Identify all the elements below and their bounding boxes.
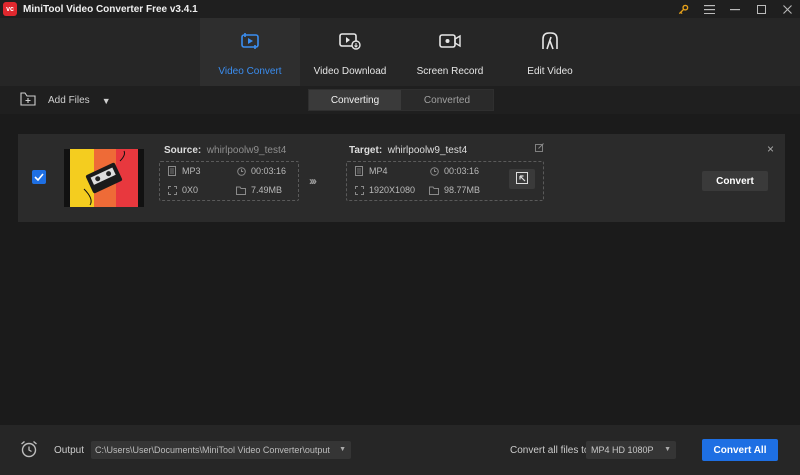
main-nav: Video Convert Video Download Screen Reco… [0,18,800,86]
key-icon[interactable] [670,0,696,18]
close-icon[interactable] [774,0,800,18]
toolbar: Add Files ▼ Converting Converted [0,86,800,114]
video-convert-icon [240,30,260,52]
tab-video-convert[interactable]: Video Convert [200,18,300,86]
screen-record-icon [439,30,461,52]
tab-edit-video[interactable]: Edit Video [500,18,600,86]
target-duration: 00:03:16 [429,166,479,176]
source-format: MP3 [167,166,201,176]
add-files-button[interactable]: Add Files ▼ [20,92,111,109]
convert-all-files-to-label: Convert all files to [510,445,590,456]
title-bar: vc MiniTool Video Converter Free v3.4.1 [0,0,800,18]
maximize-icon[interactable] [748,0,774,18]
tab-label: Screen Record [416,66,484,77]
conversion-task-card: Source: whirlpoolw9_test4 MP3 00:03:16 0… [18,134,785,222]
source-info-box: MP3 00:03:16 0X0 7.49MB [159,161,299,201]
select-format-icon [516,171,528,187]
target-title: Target: whirlpoolw9_test4 [349,145,468,156]
tab-video-download[interactable]: Video Download [300,18,400,86]
chevron-down-icon: ▼ [339,446,346,453]
tab-converting[interactable]: Converting [309,90,401,110]
menu-icon[interactable] [696,0,722,18]
file-format-icon [354,166,364,176]
window-controls [670,0,800,18]
app-title: MiniTool Video Converter Free v3.4.1 [23,3,198,15]
converting-tabs: Converting Converted [308,89,494,111]
target-filename: whirlpoolw9_test4 [387,145,468,156]
minimize-icon[interactable] [722,0,748,18]
target-format-select[interactable]: MP4 HD 1080P ▼ [586,441,676,459]
convert-button[interactable]: Convert [702,171,768,191]
output-label: Output [54,445,85,456]
target-format-value: MP4 HD 1080P [591,445,654,455]
folder-icon [236,185,246,195]
video-thumbnail [64,149,144,207]
output-path-value: C:\Users\User\Documents\MiniTool Video C… [95,445,330,455]
file-format-icon [167,166,177,176]
source-filename: whirlpoolw9_test4 [206,145,287,156]
resolution-icon [167,185,177,195]
convert-all-button[interactable]: Convert All [702,439,778,461]
tab-label: Edit Video [527,66,573,77]
output-path-select[interactable]: C:\Users\User\Documents\MiniTool Video C… [91,441,351,459]
source-title: Source: whirlpoolw9_test4 [164,145,287,156]
target-info-box[interactable]: MP4 00:03:16 1920X1080 98.77MB [346,161,544,201]
chevron-down-icon[interactable]: ▼ [102,96,111,106]
target-format: MP4 [354,166,388,176]
clock-icon [429,166,439,176]
chevron-down-icon: ▼ [664,446,671,453]
source-resolution: 0X0 [167,185,198,195]
bottom-bar: Output C:\Users\User\Documents\MiniTool … [0,425,800,475]
tab-screen-record[interactable]: Screen Record [400,18,500,86]
alarm-clock-icon[interactable] [20,440,38,461]
source-size: 7.49MB [236,185,282,195]
task-checkbox[interactable] [32,170,46,184]
target-resolution: 1920X1080 [354,185,415,195]
select-format-button[interactable] [509,169,535,189]
tab-label: Video Convert [218,66,282,77]
add-file-icon [20,92,36,109]
app-logo: vc [3,2,17,16]
source-duration: 00:03:16 [236,166,286,176]
clock-icon [236,166,246,176]
video-download-icon [339,30,361,52]
edit-video-icon [540,30,560,52]
tab-converted[interactable]: Converted [401,90,493,110]
folder-icon [429,185,439,195]
remove-task-icon[interactable]: × [767,142,774,156]
resolution-icon [354,185,364,195]
target-size: 98.77MB [429,185,480,195]
add-files-label: Add Files [48,95,90,106]
tab-label: Video Download [313,66,387,77]
convert-direction-arrows: ››› [309,174,317,188]
edit-icon[interactable] [535,143,544,155]
